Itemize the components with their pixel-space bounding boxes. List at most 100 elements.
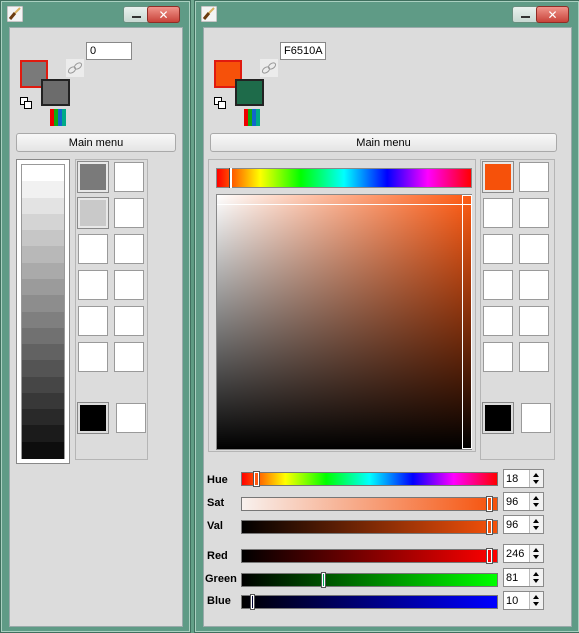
palette-swatch[interactable] [114,234,144,264]
gray-ramp-swatch[interactable] [22,425,64,443]
hue-slider-thumb[interactable] [253,471,260,487]
hue-spinbox[interactable]: 18 [503,469,544,488]
palette-swatch[interactable] [519,234,549,264]
hex-input[interactable]: 0 [86,42,132,60]
gray-ramp-swatch[interactable] [22,311,64,329]
extra-swatch[interactable] [116,403,146,433]
background-color-swatch[interactable] [41,79,70,106]
hue-slider[interactable] [241,471,498,487]
close-button[interactable]: ✕ [536,6,569,23]
green-value: 81 [506,572,519,584]
palette-swatch[interactable] [519,270,549,300]
green-spin-arrows[interactable] [529,569,543,586]
palette-swatch[interactable] [482,161,514,193]
palette-swatch[interactable] [114,198,144,228]
sat-spinbox[interactable]: 96 [503,492,544,511]
palette-swatch[interactable] [519,198,549,228]
background-color-swatch[interactable] [235,79,264,106]
sat-slider[interactable] [241,496,498,512]
hue-label: Hue [207,474,228,486]
blue-slider[interactable] [241,594,498,610]
palette-swatch[interactable] [78,234,108,264]
sat-slider-thumb[interactable] [486,496,493,512]
val-slider-thumb[interactable] [486,519,493,535]
gray-ramp-swatch[interactable] [22,376,64,394]
main-menu-button[interactable]: Main menu [210,133,557,152]
gray-ramp-swatch[interactable] [22,165,64,182]
palette-swatch[interactable] [114,270,144,300]
link-icon[interactable] [66,59,84,77]
red-spinbox[interactable]: 246 [503,544,544,563]
val-slider[interactable] [241,519,498,535]
red-slider-thumb[interactable] [486,548,493,564]
red-slider[interactable] [241,548,498,564]
extra-swatch[interactable] [482,402,514,434]
gray-ramp-swatch[interactable] [22,344,64,361]
palette-swatch[interactable] [77,161,109,193]
palette-swatch[interactable] [483,306,513,336]
palette-swatch[interactable] [519,162,549,192]
palette-swatch[interactable] [114,342,144,372]
right-titlebar[interactable]: ✕ [195,1,579,27]
blue-spinbox[interactable]: 10 [503,591,544,610]
blue-slider-thumb[interactable] [250,594,255,610]
blue-spin-arrows[interactable] [529,592,543,609]
gray-ramp-swatch[interactable] [22,197,64,215]
gray-ramp-swatch[interactable] [22,441,64,459]
palette-swatch[interactable] [78,270,108,300]
hue-spin-arrows[interactable] [529,470,543,487]
minimize-button[interactable] [512,6,539,23]
palette-swatch[interactable] [483,270,513,300]
blue-value: 10 [506,595,519,607]
swap-colors-icon[interactable] [214,97,226,109]
hex-input[interactable]: F6510A [280,42,326,60]
green-spinbox[interactable]: 81 [503,568,544,587]
left-titlebar[interactable]: ✕ [1,1,190,27]
green-slider-thumb[interactable] [321,572,326,588]
green-slider[interactable] [241,572,498,588]
val-spinbox[interactable]: 96 [503,515,544,534]
gray-ramp-swatch[interactable] [22,213,64,231]
main-menu-button[interactable]: Main menu [16,133,176,152]
saturation-value-field[interactable] [216,194,472,450]
close-button[interactable]: ✕ [147,6,180,23]
val-label: Val [207,520,223,532]
minimize-icon [132,16,141,18]
palette-swatch[interactable] [519,306,549,336]
gray-ramp-swatch[interactable] [22,278,64,296]
extra-swatch[interactable] [521,403,551,433]
gray-ramp-swatch[interactable] [22,295,64,313]
red-spin-arrows[interactable] [529,545,543,562]
palette-swatch[interactable] [78,306,108,336]
gray-ramp-swatch[interactable] [22,360,64,378]
sat-spin-arrows[interactable] [529,493,543,510]
palette-swatch[interactable] [77,197,109,229]
gray-ramp-swatch[interactable] [22,262,64,280]
palette-swatch[interactable] [483,234,513,264]
gray-ramp-swatch[interactable] [22,409,64,427]
gray-ramp-swatch[interactable] [22,246,64,264]
palette-swatch[interactable] [114,162,144,192]
spectrum-icon[interactable] [244,109,260,126]
swap-colors-icon[interactable] [20,97,32,109]
gray-ramp-swatch[interactable] [22,230,64,247]
extra-swatch[interactable] [77,402,109,434]
palette-swatch[interactable] [483,198,513,228]
val-spin-arrows[interactable] [529,516,543,533]
hue-spectrum-bar[interactable] [216,168,472,188]
palette-swatch[interactable] [483,342,513,372]
minimize-icon [521,16,530,18]
gray-ramp[interactable] [21,164,65,459]
paintbrush-icon [7,6,23,22]
gray-ramp-swatch[interactable] [22,392,64,410]
palette-swatch[interactable] [519,342,549,372]
gray-ramp-swatch[interactable] [22,181,64,199]
blue-label: Blue [207,595,231,607]
gray-ramp-swatch[interactable] [22,327,64,345]
hue-spectrum-marker[interactable] [229,168,232,188]
link-icon[interactable] [260,59,278,77]
palette-swatch[interactable] [114,306,144,336]
minimize-button[interactable] [123,6,150,23]
palette-swatch[interactable] [78,342,108,372]
spectrum-icon[interactable] [50,109,66,126]
